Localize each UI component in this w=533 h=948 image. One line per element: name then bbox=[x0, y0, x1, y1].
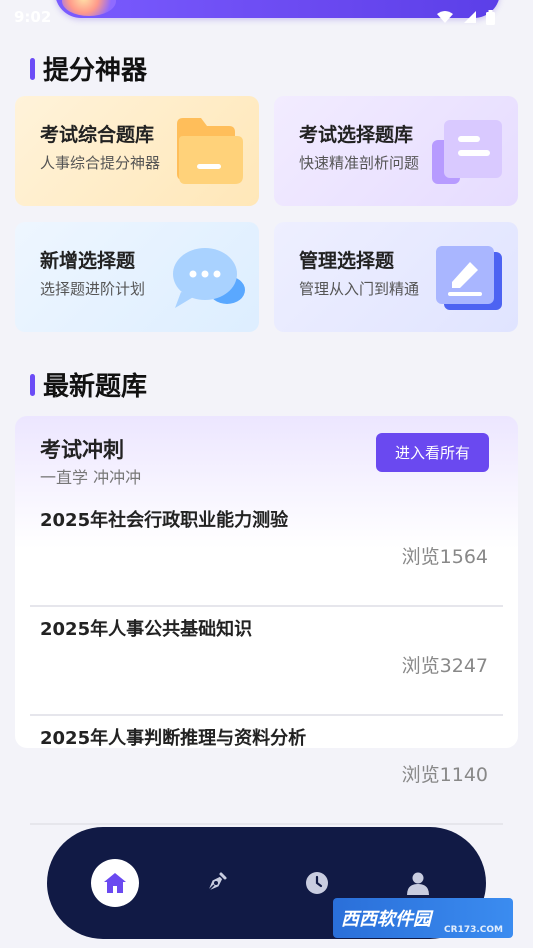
wifi-icon bbox=[437, 11, 453, 23]
watermark-sub: CR173.COM bbox=[444, 925, 503, 935]
card-title: 考试综合题库 bbox=[40, 124, 155, 146]
card-manage-choice[interactable]: 管理选择题 管理从入门到精通 bbox=[274, 222, 518, 332]
watermark-text: 西西软件园 bbox=[341, 909, 431, 930]
card-subtitle: 快速精准剖析问题 bbox=[299, 154, 420, 172]
card-subtitle: 人事综合提分神器 bbox=[40, 154, 161, 172]
list-item[interactable]: 2025年人事公共基础知识 浏览3247 bbox=[30, 607, 503, 716]
nav-home[interactable] bbox=[91, 859, 140, 907]
section-marker bbox=[30, 373, 35, 396]
card-title: 新增选择题 bbox=[40, 250, 136, 272]
watermark-logo: 西西软件园 CR173.COM bbox=[333, 898, 513, 938]
quiz-name: 2025年社会行政职业能力测验 bbox=[40, 510, 289, 531]
card-exam-comprehensive[interactable]: 考试综合题库 人事综合提分神器 bbox=[15, 96, 259, 206]
section-title-text: 最新题库 bbox=[43, 372, 148, 402]
card-title: 考试选择题库 bbox=[299, 124, 414, 146]
document-icon bbox=[432, 120, 502, 184]
status-icons bbox=[436, 9, 495, 25]
section-title-text: 提分神器 bbox=[43, 56, 148, 86]
quiz-views: 浏览1564 bbox=[401, 546, 488, 568]
list-item[interactable]: 2025年社会行政职业能力测验 浏览1564 bbox=[30, 498, 503, 607]
pen-nib-icon bbox=[205, 872, 227, 894]
section-title-tools: 提分神器 bbox=[30, 50, 147, 87]
status-time: 9:02 bbox=[14, 8, 52, 26]
quiz-name: 2025年人事判断推理与资料分析 bbox=[40, 728, 307, 749]
view-all-button[interactable]: 进入看所有 bbox=[376, 433, 489, 472]
signal-icon bbox=[464, 11, 476, 23]
quiz-views: 浏览1140 bbox=[401, 764, 488, 786]
nav-practice[interactable] bbox=[192, 859, 240, 907]
section-marker bbox=[30, 57, 35, 80]
card-subtitle: 管理从入门到精通 bbox=[299, 280, 420, 298]
section-title-latest: 最新题库 bbox=[30, 366, 147, 403]
quiz-list: 2025年社会行政职业能力测验 浏览1564 2025年人事公共基础知识 浏览3… bbox=[30, 498, 503, 825]
list-item[interactable]: 2025年人事判断推理与资料分析 浏览1140 bbox=[30, 716, 503, 825]
clock-icon bbox=[305, 872, 328, 894]
quiz-name: 2025年人事公共基础知识 bbox=[40, 619, 253, 640]
card-add-choice[interactable]: 新增选择题 选择题进阶计划 bbox=[15, 222, 259, 332]
status-bar: 9:02 bbox=[0, 0, 533, 34]
panel-subtitle: 一直学 冲冲冲 bbox=[40, 468, 142, 487]
home-icon bbox=[104, 873, 127, 893]
folder-icon bbox=[177, 118, 243, 184]
panel-title: 考试冲刺 bbox=[40, 438, 124, 462]
battery-icon bbox=[486, 9, 495, 25]
card-title: 管理选择题 bbox=[299, 250, 395, 272]
quiz-views: 浏览3247 bbox=[401, 655, 488, 677]
user-icon bbox=[406, 872, 429, 895]
card-subtitle: 选择题进阶计划 bbox=[40, 280, 146, 298]
chat-bubble-icon bbox=[173, 248, 245, 308]
edit-note-icon bbox=[436, 246, 502, 310]
card-exam-choice[interactable]: 考试选择题库 快速精准剖析问题 bbox=[274, 96, 518, 206]
